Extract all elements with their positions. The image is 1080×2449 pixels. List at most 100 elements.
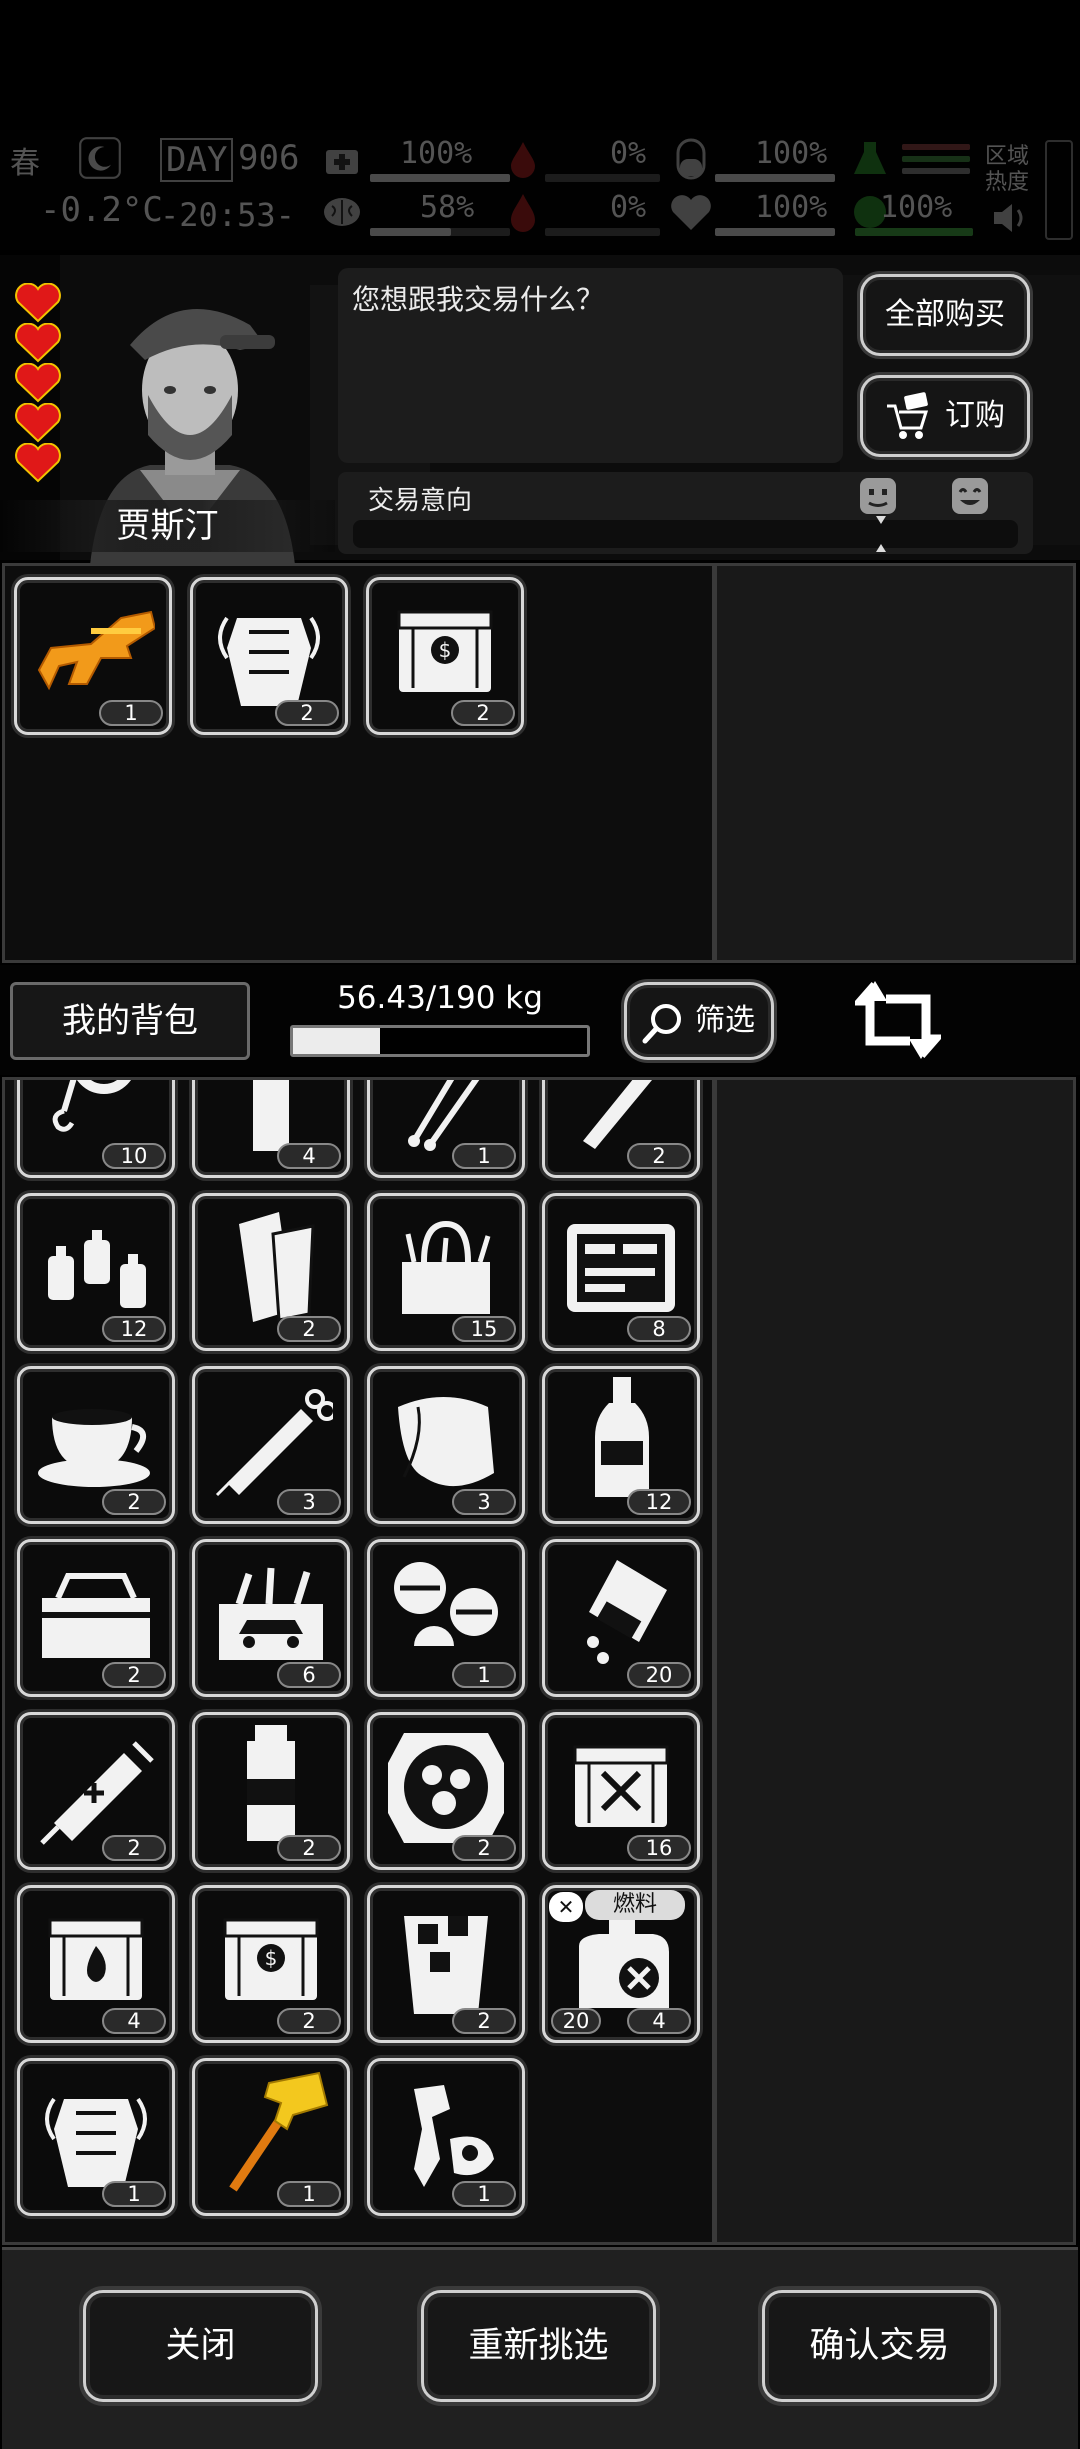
inventory-slot[interactable]: 3 [367,1366,525,1524]
swap-icon[interactable] [855,975,941,1065]
item-count: 20 [627,1662,691,1688]
inventory-slot[interactable]: 1 [367,2058,525,2216]
item-count: 16 [627,1835,691,1861]
stat-value: 0% [610,190,647,225]
supply-crate-icon: $ [223,1918,319,2000]
item-count: 1 [102,2181,166,2207]
zone-heat-label: 区域 热度 [985,144,1030,195]
heart-icon [15,323,61,363]
order-button[interactable]: 订购 [860,375,1030,457]
my-backpack-tab[interactable]: 我的背包 [10,982,250,1060]
stat-bar [902,144,970,150]
svg-text:$: $ [439,638,452,662]
stat-value: 58% [420,190,475,225]
hud-scrollbar[interactable] [1045,140,1073,240]
inventory-slot[interactable]: 2 [542,1080,700,1178]
tool-bag-icon [402,1220,491,1314]
stat-bar [370,228,510,236]
inventory-slot[interactable]: 20 [542,1539,700,1697]
season-label: 春 [10,146,40,181]
inventory-slot[interactable]: 3 [192,1366,350,1524]
stat-value: 100% [880,190,953,225]
inventory-slot[interactable]: 2 [367,1712,525,1870]
blood-icon [511,142,535,178]
remove-tag-icon[interactable]: ✕ [549,1892,583,1922]
item-count: 2 [275,700,339,726]
player-trade-area[interactable] [714,1077,1076,2245]
item-count: 1 [277,2181,341,2207]
item-count: 2 [102,1835,166,1861]
item-count: 10 [102,1143,166,1169]
stat-value: 0% [610,136,647,171]
inventory-slot[interactable]: 1 [17,2058,175,2216]
filter-button[interactable]: 筛选 [624,982,774,1060]
order-label: 订购 [945,398,1005,433]
inventory-slot[interactable]: 2 [192,1193,350,1351]
inventory-slot[interactable]: 1 [367,1080,525,1178]
backpack-inventory: 10 4 1 2 12 2 15 8 2 3 3 12 2 6 1 20 2 2 2 16 4 $2 2 4 20 燃料 ✕ 1 1 1 [2,1077,715,2245]
buy-all-button[interactable]: 全部购买 [860,274,1030,356]
temperature-readout: -0.2°C [40,190,163,230]
fire-crate-icon [48,1918,144,2000]
confirm-trade-label: 确认交易 [809,2326,950,2366]
npc-name: 贾斯汀 [0,500,335,552]
stat-value: 100% [755,136,828,171]
weapon-crate-icon [573,1745,669,1827]
inventory-slot[interactable]: 10 [17,1080,175,1178]
trade-intent-label: 交易意向 [368,486,473,516]
inventory-slot[interactable]: 2 [367,1885,525,2043]
liquor-bottle-icon [595,1377,649,1497]
inventory-slot[interactable]: 1 [14,577,172,735]
item-count: 2 [452,2008,516,2034]
heart-icon [15,363,61,403]
item-count: 1 [452,2181,516,2207]
inventory-slot[interactable]: $2 [366,577,524,735]
infection-icon [511,194,535,232]
inventory-slot[interactable]: 15 [367,1193,525,1351]
svg-text:$: $ [265,1946,278,1970]
medkit-icon [326,150,358,174]
dialog-box: 您想跟我交易什么？ [338,268,843,463]
reselect-label: 重新挑选 [468,2326,609,2366]
item-count: 6 [277,1662,341,1688]
inventory-slot[interactable]: 16 [542,1712,700,1870]
heart-icon [15,403,61,443]
spray-cans-icon [48,1230,146,1308]
inventory-slot[interactable]: 2 [17,1712,175,1870]
syringe-icon [215,1389,333,1497]
confirm-trade-button[interactable]: 确认交易 [762,2290,997,2402]
inventory-slot[interactable]: 2 [17,1539,175,1697]
brain-icon [324,198,360,226]
close-button[interactable]: 关闭 [83,2290,318,2402]
inventory-slot[interactable]: 1 [192,2058,350,2216]
item-count: 2 [277,1316,341,1342]
happy-face-icon [952,478,988,514]
inventory-slot[interactable]: 2 [190,577,348,735]
heart-icon [15,283,61,323]
inventory-slot[interactable]: 6 [192,1539,350,1697]
item-tag: 燃料 [585,1890,685,1920]
inventory-slot[interactable]: 1 [367,1539,525,1697]
reselect-button[interactable]: 重新挑选 [421,2290,656,2402]
inventory-slot[interactable]: 12 [542,1366,700,1524]
pill-bottle-icon [587,1560,667,1664]
day-label: DAY [160,138,234,182]
shopping-cart-icon [887,392,929,439]
item-durability: 20 [551,2008,601,2034]
item-count: 2 [277,2008,341,2034]
inventory-slot[interactable]: 4 [192,1080,350,1178]
inventory-slot[interactable]: 2 [17,1366,175,1524]
inventory-slot[interactable]: 4 [17,1885,175,2043]
inventory-slot[interactable]: 4 20 燃料 ✕ [542,1885,700,2043]
bag-weight: 56.43/190 kg [337,980,543,1016]
weight-bar-fill [293,1028,381,1054]
item-count: 2 [451,700,515,726]
merchant-trade-area[interactable] [714,563,1076,963]
inventory-slot[interactable]: 12 [17,1193,175,1351]
inventory-slot[interactable]: $2 [192,1885,350,2043]
item-count: 3 [452,1489,516,1515]
toolkit-case-icon [567,1224,675,1312]
inventory-slot[interactable]: 2 [192,1712,350,1870]
body-armor-icon [218,616,320,706]
inventory-slot[interactable]: 8 [542,1193,700,1351]
